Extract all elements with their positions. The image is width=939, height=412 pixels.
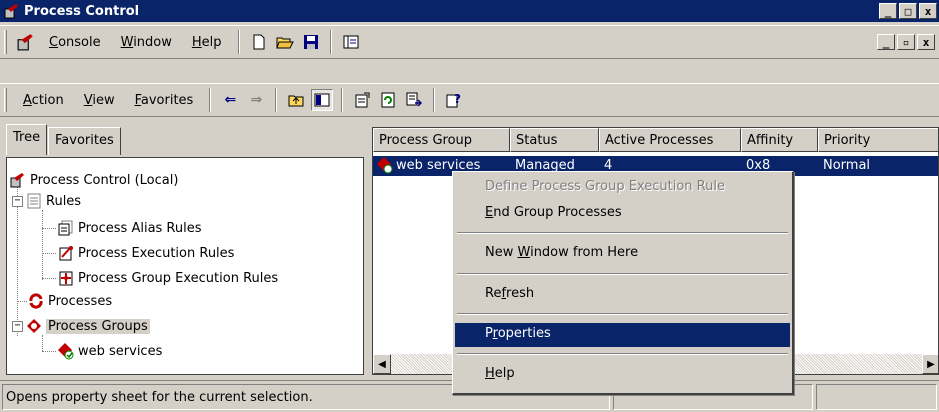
menu-favorites[interactable]: Favorites	[125, 93, 204, 108]
open-folder-icon[interactable]	[274, 31, 296, 53]
tree-label: Process Execution Rules	[78, 245, 235, 261]
menu-item-refresh[interactable]: Refresh	[455, 283, 790, 307]
collapse-toggle[interactable]: −	[12, 321, 23, 332]
managed-group-icon	[57, 342, 75, 360]
new-document-icon[interactable]	[248, 31, 270, 53]
menu-separator	[457, 313, 788, 315]
column-header-status[interactable]: Status	[510, 128, 599, 152]
menu-view[interactable]: View	[74, 93, 125, 108]
scroll-right-icon[interactable]: ▶	[922, 354, 938, 374]
tree-label: web services	[78, 343, 163, 359]
inner-close-button[interactable]: x	[917, 34, 935, 50]
tree-item-processes[interactable]: Processes	[27, 291, 112, 311]
status-panel	[816, 384, 937, 410]
menu-item-define-rule[interactable]: Define Process Group Execution Rule	[455, 176, 790, 200]
maximize-button[interactable]: □	[899, 3, 917, 19]
console-icon	[15, 31, 37, 53]
customize-view-icon[interactable]	[340, 31, 362, 53]
column-header-affinity[interactable]: Affinity	[741, 128, 818, 152]
minimize-button[interactable]: _	[879, 3, 897, 19]
toolbar-grip[interactable]	[4, 88, 7, 112]
menu-item-new-window[interactable]: New Window from Here	[455, 242, 790, 266]
tree-item-process-groups[interactable]: Process Groups	[25, 316, 150, 336]
column-header-active-processes[interactable]: Active Processes	[599, 128, 741, 152]
group-execution-rules-icon	[57, 269, 75, 287]
window-title: Process Control	[24, 3, 140, 19]
menu-item-end-group-processes[interactable]: End Group Processes	[455, 202, 790, 226]
tree-item-root[interactable]: Process Control (Local)	[9, 170, 178, 190]
processes-icon	[27, 292, 45, 310]
inner-minimize-button[interactable]: _	[877, 34, 895, 50]
alias-rules-icon	[57, 219, 75, 237]
separator	[209, 88, 212, 112]
toolbar-grip[interactable]	[4, 30, 7, 54]
separator	[275, 88, 278, 112]
forward-arrow-icon[interactable]: ⇒	[245, 89, 267, 111]
menu-action[interactable]: Action	[13, 93, 74, 108]
up-one-level-icon[interactable]	[285, 89, 307, 111]
close-button[interactable]: x	[919, 3, 937, 19]
menu-separator	[457, 273, 788, 275]
tree-label: Process Control (Local)	[30, 172, 179, 188]
refresh-icon[interactable]	[377, 89, 399, 111]
managed-group-icon	[376, 156, 394, 178]
tree-label: Process Groups	[46, 318, 150, 334]
inner-restore-button[interactable]: ▫	[897, 34, 915, 50]
tree-item-alias-rules[interactable]: Process Alias Rules	[57, 218, 202, 238]
menu-separator	[457, 353, 788, 355]
export-list-icon[interactable]	[403, 89, 425, 111]
tree-label: Process Group Execution Rules	[78, 270, 279, 286]
column-header-process-group[interactable]: Process Group	[373, 128, 510, 152]
tab-tree[interactable]: Tree	[6, 124, 48, 155]
menu-bar: Console Window Help _ ▫ x	[0, 25, 939, 59]
menu-separator	[457, 232, 788, 234]
show-hide-tree-icon[interactable]	[311, 89, 334, 111]
column-header-priority[interactable]: Priority	[818, 128, 938, 152]
separator	[433, 88, 436, 112]
app-icon	[4, 3, 20, 19]
tab-favorites[interactable]: Favorites	[48, 127, 121, 155]
separator	[237, 30, 240, 54]
context-menu: Define Process Group Execution Rule End …	[452, 171, 794, 395]
tree-item-group-execution-rules[interactable]: Process Group Execution Rules	[57, 268, 278, 288]
execution-rules-icon	[57, 244, 75, 262]
tree-label: Process Alias Rules	[78, 220, 202, 236]
menu-window[interactable]: Window	[111, 35, 182, 50]
tree-item-execution-rules[interactable]: Process Execution Rules	[57, 243, 234, 263]
tree-label: Rules	[46, 193, 82, 209]
cell-priority: Normal	[823, 158, 871, 173]
scroll-left-icon[interactable]: ◀	[373, 354, 391, 374]
separator	[341, 88, 344, 112]
process-control-icon	[9, 171, 27, 189]
process-groups-icon	[25, 317, 43, 335]
svg-text:?: ?	[454, 92, 461, 106]
tree-pane: Process Control (Local) − Rules Process …	[6, 157, 364, 375]
tree-label: Processes	[48, 293, 113, 309]
save-icon[interactable]	[300, 31, 322, 53]
separator	[329, 30, 332, 54]
menu-help[interactable]: Help	[182, 35, 232, 50]
menu-item-help[interactable]: Help	[455, 363, 790, 387]
properties-icon[interactable]	[351, 89, 373, 111]
back-arrow-icon[interactable]: ⇐	[219, 89, 241, 111]
action-bar: Action View Favorites ⇐ ⇒ ?	[0, 83, 939, 117]
tree-item-web-services[interactable]: web services	[57, 341, 162, 361]
menu-item-properties[interactable]: Properties	[455, 323, 790, 347]
collapse-toggle[interactable]: −	[12, 196, 23, 207]
tree-item-rules[interactable]: Rules	[25, 191, 81, 211]
document-icon	[25, 192, 43, 210]
menu-console[interactable]: Console	[39, 35, 111, 50]
title-bar[interactable]: Process Control _ □ x	[0, 0, 939, 22]
help-icon[interactable]: ?	[443, 89, 465, 111]
